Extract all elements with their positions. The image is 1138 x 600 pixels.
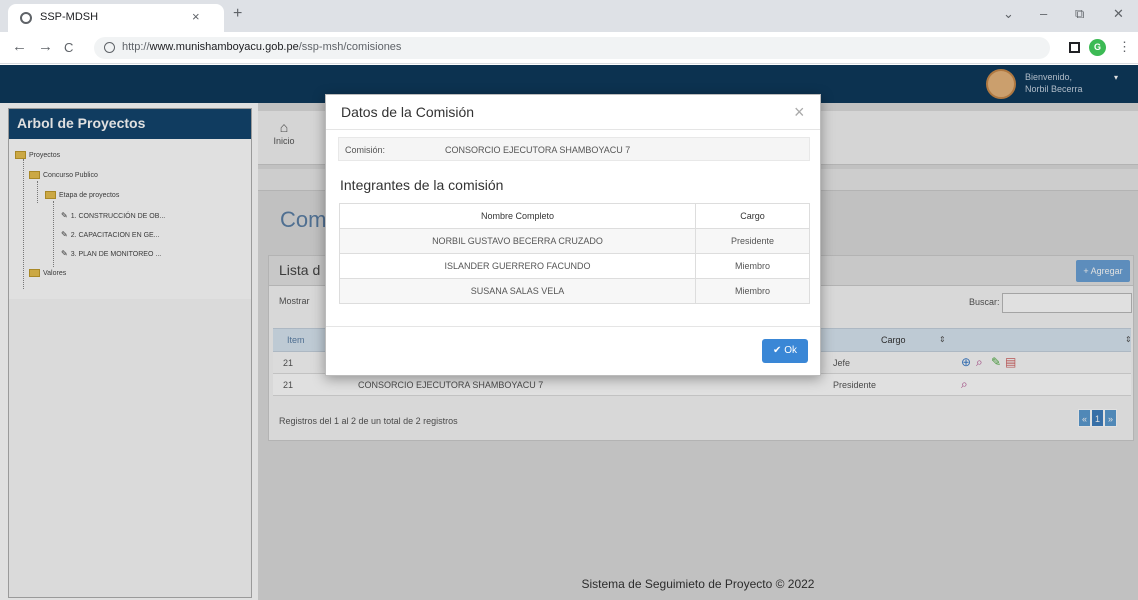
commission-info: Comisión: CONSORCIO EJECUTORA SHAMBOYACU… [338,137,810,161]
browser-menu-button[interactable]: ⋮ [1118,39,1131,55]
member-name: SUSANA SALAS VELA [339,278,696,304]
column-cargo: Cargo [695,203,810,229]
column-full-name: Nombre Completo [339,203,696,229]
members-table: Nombre Completo Cargo NORBIL GUSTAVO BEC… [339,203,810,304]
new-tab-button[interactable]: + [233,5,242,23]
members-title: Integrantes de la comisión [340,177,504,193]
restore-button[interactable]: ⧉ [1075,6,1084,22]
modal-footer: ✔ Ok [326,326,820,376]
commission-modal: Datos de la Comisión × Comisión: CONSORC… [325,94,821,376]
site-info-icon[interactable] [104,42,115,53]
member-name: ISLANDER GUERRERO FACUNDO [339,253,696,279]
member-cargo: Miembro [695,253,810,279]
tab-search-button[interactable]: ⌄ [1003,6,1014,22]
minimize-button[interactable]: – [1040,6,1047,21]
members-table-header: Nombre Completo Cargo [339,203,810,229]
globe-icon [20,12,32,24]
address-bar: ← → C http://www.munishamboyacu.gob.pe/s… [0,32,1138,64]
member-name: NORBIL GUSTAVO BECERRA CRUZADO [339,228,696,254]
table-row: SUSANA SALAS VELA Miembro [339,278,810,304]
ok-button[interactable]: ✔ Ok [762,339,808,363]
table-row: ISLANDER GUERRERO FACUNDO Miembro [339,253,810,279]
profile-avatar[interactable]: G [1089,39,1106,56]
reload-button[interactable]: C [64,40,73,55]
url-input[interactable]: http://www.munishamboyacu.gob.pe/ssp-msh… [94,37,1050,59]
commission-value: CONSORCIO EJECUTORA SHAMBOYACU 7 [445,145,631,155]
forward-button[interactable]: → [38,38,53,55]
browser-tabbar: SSP-MDSH × + ⌄ – ⧉ ✕ [0,0,1138,32]
member-cargo: Miembro [695,278,810,304]
browser-tab[interactable]: SSP-MDSH × [8,4,224,32]
tab-close-button[interactable]: × [192,9,200,24]
tab-title: SSP-MDSH [40,11,99,23]
member-cargo: Presidente [695,228,810,254]
window-close-button[interactable]: ✕ [1113,6,1124,22]
side-panel-icon[interactable] [1069,42,1080,53]
modal-title: Datos de la Comisión [341,104,475,120]
commission-label: Comisión: [345,145,386,155]
back-button[interactable]: ← [12,38,27,55]
close-icon[interactable]: × [794,102,805,123]
url-text: http://www.munishamboyacu.gob.pe/ssp-msh… [122,41,402,53]
table-row: NORBIL GUSTAVO BECERRA CRUZADO President… [339,228,810,254]
modal-header: Datos de la Comisión × [326,95,820,130]
